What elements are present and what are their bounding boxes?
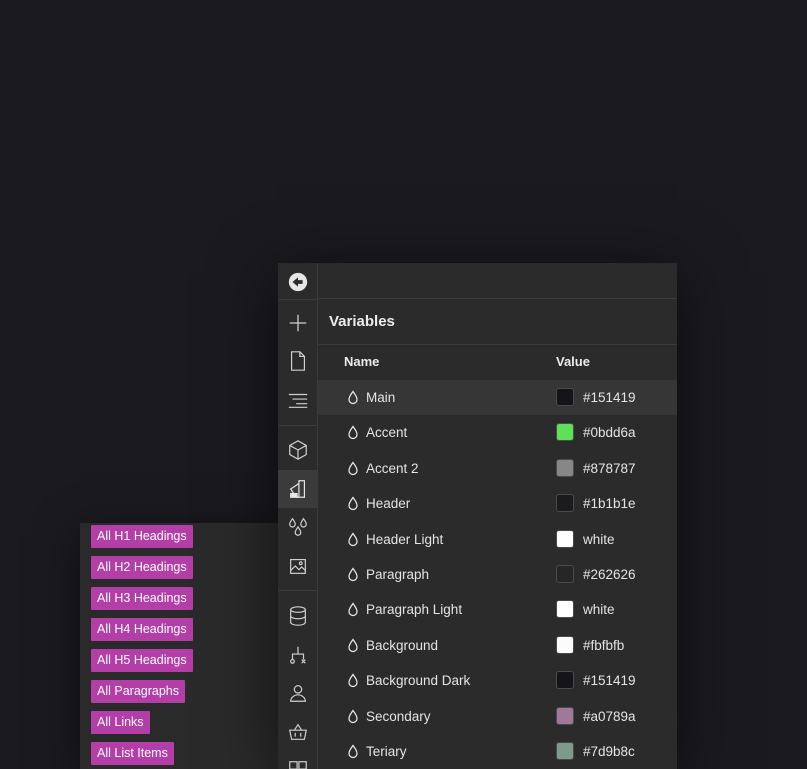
color-swatch[interactable] (556, 494, 574, 513)
column-header-name: Name (344, 354, 380, 369)
variable-row[interactable]: Paragraph Light white (318, 592, 677, 627)
color-swatch[interactable] (556, 600, 574, 619)
cms-icon[interactable] (278, 597, 317, 635)
tag-all-paragraphs[interactable]: All Paragraphs (91, 680, 185, 703)
variable-name: Paragraph (366, 567, 430, 582)
variable-drop-icon (347, 390, 359, 405)
variable-name: Background Dark (366, 673, 471, 689)
users-icon[interactable] (278, 674, 317, 712)
variable-name: Accent (366, 425, 408, 441)
column-header-value: Value (556, 354, 590, 369)
variable-drop-icon (347, 602, 359, 617)
variable-row[interactable]: Paragraph #262626 (318, 557, 677, 592)
panel-topbar (318, 263, 677, 299)
selector-tag-panel: All H1 Headings All H2 Headings All H3 H… (80, 523, 280, 769)
variable-name: Accent 2 (366, 460, 419, 476)
left-toolbar (278, 263, 318, 769)
tag-all-h2-headings[interactable]: All H2 Headings (91, 556, 193, 579)
color-swatch[interactable] (556, 458, 574, 477)
variable-name: Teriary (366, 744, 407, 759)
style-manager-icon[interactable] (278, 470, 317, 508)
variable-row[interactable]: Header Light white (318, 522, 677, 557)
variable-value[interactable]: #151419 (583, 663, 636, 698)
variable-row[interactable]: Accent #0bdd6a (318, 415, 677, 450)
components-icon[interactable] (278, 431, 317, 469)
page-icon[interactable] (278, 342, 317, 380)
variable-value[interactable]: white (583, 522, 615, 557)
variable-row[interactable]: Accent 2 #878787 (318, 451, 677, 486)
variable-value[interactable]: #7d9b8c (583, 734, 635, 769)
panel-title: Variables (329, 313, 395, 330)
tag-all-h4-headings[interactable]: All H4 Headings (91, 618, 193, 641)
color-swatch[interactable] (556, 635, 574, 654)
variable-drop-icon (347, 496, 359, 511)
color-swatch[interactable] (556, 529, 574, 548)
variable-name: Secondary (366, 708, 431, 724)
tag-all-h3-headings[interactable]: All H3 Headings (91, 587, 193, 610)
color-swatch[interactable] (556, 706, 574, 725)
color-swatch[interactable] (556, 388, 574, 406)
variable-drop-icon (347, 425, 359, 440)
variable-drop-icon (347, 744, 359, 759)
color-swatch[interactable] (556, 565, 574, 583)
variable-value[interactable]: #1b1b1e (583, 486, 636, 521)
variable-value[interactable]: #878787 (583, 451, 636, 486)
variable-drop-icon (347, 673, 359, 688)
variable-value[interactable]: #151419 (583, 380, 636, 415)
variable-row[interactable]: Background #fbfbfb (318, 628, 677, 663)
tag-all-links[interactable]: All Links (91, 711, 150, 734)
app-logo-icon[interactable] (278, 263, 317, 301)
variable-row[interactable]: Teriary #7d9b8c (318, 734, 677, 769)
tag-all-h5-headings[interactable]: All H5 Headings (91, 649, 193, 672)
tag-all-h1-headings[interactable]: All H1 Headings (91, 525, 193, 548)
variable-name: Header (366, 496, 411, 512)
color-swatch[interactable] (556, 423, 574, 442)
variable-name: Main (366, 390, 396, 405)
color-swatch[interactable] (556, 742, 574, 760)
variable-row[interactable]: Secondary #a0789a (318, 699, 677, 734)
variable-name: Paragraph Light (366, 602, 463, 618)
color-swatch[interactable] (556, 671, 574, 690)
variable-value[interactable]: #a0789a (583, 699, 636, 734)
assets-icon[interactable] (278, 547, 317, 585)
variables-icon[interactable] (278, 508, 317, 546)
navigator-icon[interactable] (278, 381, 317, 419)
variable-drop-icon (347, 461, 359, 476)
apps-icon[interactable] (278, 751, 317, 769)
variable-row[interactable]: Main #151419 (318, 380, 677, 415)
tag-all-list-items[interactable]: All List Items (91, 742, 174, 765)
variable-drop-icon (347, 531, 359, 547)
add-icon[interactable] (278, 304, 317, 342)
variable-drop-icon (347, 638, 359, 653)
logic-icon[interactable] (278, 636, 317, 674)
variable-row[interactable]: Header #1b1b1e (318, 486, 677, 521)
variable-value[interactable]: #fbfbfb (583, 628, 624, 663)
variable-drop-icon (347, 567, 359, 582)
variable-value[interactable]: white (583, 592, 615, 627)
variables-app-panel: Variables Name Value Main #151419 Accent #0… (278, 263, 677, 769)
variable-name: Header Light (366, 531, 444, 547)
title-divider (318, 344, 677, 345)
variable-drop-icon (347, 708, 359, 724)
variable-row[interactable]: Background Dark #151419 (318, 663, 677, 698)
variable-value[interactable]: #0bdd6a (583, 415, 636, 450)
variable-name: Background (366, 637, 439, 653)
variable-value[interactable]: #262626 (583, 557, 636, 592)
ecommerce-icon[interactable] (278, 713, 317, 751)
